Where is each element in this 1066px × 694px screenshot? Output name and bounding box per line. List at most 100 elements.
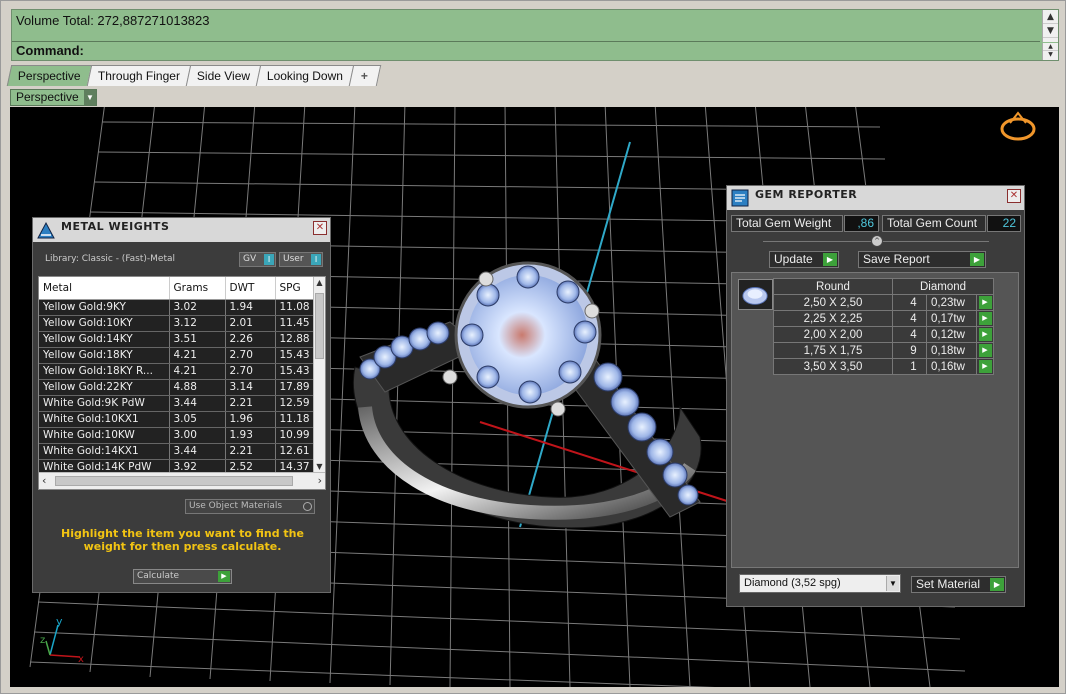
- add-tab-button[interactable]: +: [348, 65, 382, 86]
- select-row-button[interactable]: ▶: [976, 358, 994, 375]
- update-button[interactable]: Update ▶: [769, 251, 839, 268]
- gv-toggle[interactable]: GV I: [239, 252, 276, 267]
- dwt-cell: 2.70: [225, 363, 276, 380]
- table-row[interactable]: White Gold:10KW 3.00 1.93 10.99: [39, 427, 316, 444]
- 3d-viewport[interactable]: y x z METAL WEIGHTS ✕ Library: Classic -…: [10, 107, 1059, 687]
- play-icon[interactable]: ▶: [970, 253, 984, 266]
- view-tab-bar: Perspective Through Finger Side View Loo…: [6, 65, 382, 86]
- scroll-right-icon[interactable]: ›: [318, 474, 322, 487]
- table-row[interactable]: 2,00 X 2,00 4 0,12tw ▶: [773, 326, 994, 343]
- close-icon[interactable]: ✕: [313, 221, 327, 235]
- table-row[interactable]: Yellow Gold:18KY R... 4.21 2.70 15.43: [39, 363, 316, 380]
- tab-side-view[interactable]: Side View: [185, 65, 262, 86]
- col-header-spg[interactable]: SPG: [275, 277, 316, 300]
- user-toggle[interactable]: User I: [279, 252, 323, 267]
- save-report-button[interactable]: Save Report ▶: [858, 251, 986, 268]
- panel-title: GEM REPORTER: [755, 188, 858, 201]
- play-icon[interactable]: ▶: [978, 344, 992, 357]
- gem-size-cell: 2,00 X 2,00: [773, 326, 893, 343]
- table-row[interactable]: Yellow Gold:14KY 3.51 2.26 12.88: [39, 331, 316, 348]
- command-input-scrollbar[interactable]: ▲ ▼: [1042, 43, 1058, 60]
- grams-cell: 3.12: [169, 315, 226, 332]
- scroll-thumb[interactable]: [315, 293, 324, 359]
- vertical-scrollbar[interactable]: ▲ ▼: [313, 277, 325, 472]
- play-icon[interactable]: ▶: [978, 296, 992, 309]
- view-navigation-icon[interactable]: [1000, 111, 1036, 141]
- table-row[interactable]: 1,75 X 1,75 9 0,18tw ▶: [773, 342, 994, 359]
- table-row[interactable]: Yellow Gold:10KY 3.12 2.01 11.45: [39, 315, 316, 332]
- table-row[interactable]: 2,25 X 2,25 4 0,17tw ▶: [773, 310, 994, 327]
- view-mode-select[interactable]: Perspective ▼: [10, 89, 97, 106]
- scroll-up-icon[interactable]: ▲: [314, 278, 325, 287]
- play-icon[interactable]: ▶: [823, 253, 837, 266]
- chevron-down-icon[interactable]: ▼: [886, 576, 899, 591]
- horizontal-scrollbar[interactable]: ‹ ›: [39, 472, 325, 489]
- save-report-label: Save Report: [863, 252, 930, 266]
- scroll-down-icon[interactable]: ▼: [1043, 24, 1058, 38]
- play-icon[interactable]: ▶: [218, 571, 230, 582]
- table-row[interactable]: White Gold:14KX1 3.44 2.21 12.61: [39, 443, 316, 460]
- col-header-metal[interactable]: Metal: [39, 277, 170, 300]
- set-material-button[interactable]: Set Material ▶: [911, 576, 1006, 593]
- gem-list[interactable]: Round Diamond 2,50 X 2,50 4 0,23tw ▶ 2,25 X …: [731, 272, 1019, 568]
- material-select[interactable]: Diamond (3,52 spg) ▼: [739, 574, 901, 593]
- gem-count-cell: 4: [892, 326, 927, 343]
- scroll-thumb[interactable]: [55, 476, 293, 486]
- panel-header[interactable]: METAL WEIGHTS ✕: [33, 218, 330, 242]
- grams-cell: 4.21: [169, 363, 226, 380]
- select-row-button[interactable]: ▶: [976, 294, 994, 311]
- calculate-label: Calculate: [137, 571, 180, 581]
- command-prompt[interactable]: Command:: [12, 43, 1040, 60]
- play-icon[interactable]: ▶: [978, 328, 992, 341]
- spin-up-icon[interactable]: ▲: [1043, 43, 1058, 51]
- dwt-cell: 2.21: [225, 443, 276, 460]
- tab-looking-down[interactable]: Looking Down: [255, 65, 355, 86]
- spg-cell: 17.89: [275, 379, 316, 396]
- col-header-grams[interactable]: Grams: [169, 277, 226, 300]
- table-row[interactable]: 2,50 X 2,50 4 0,23tw ▶: [773, 294, 994, 311]
- gem-table[interactable]: Round Diamond 2,50 X 2,50 4 0,23tw ▶ 2,25 X …: [773, 278, 994, 375]
- table-row[interactable]: Yellow Gold:18KY 4.21 2.70 15.43: [39, 347, 316, 364]
- command-scrollbar[interactable]: ▲ ▼: [1042, 10, 1058, 42]
- gem-count-cell: 4: [892, 310, 927, 327]
- chevron-down-icon[interactable]: ▼: [84, 90, 96, 105]
- diamond-thumbnail-icon[interactable]: [738, 279, 773, 310]
- tab-through-finger[interactable]: Through Finger: [86, 65, 191, 86]
- table-row[interactable]: Yellow Gold:9KY 3.02 1.94 11.08: [39, 299, 316, 316]
- table-row[interactable]: 3,50 X 3,50 1 0,16tw ▶: [773, 358, 994, 375]
- table-row[interactable]: White Gold:10KX1 3.05 1.96 11.18: [39, 411, 316, 428]
- dwt-cell: 2.21: [225, 395, 276, 412]
- grams-cell: 3.00: [169, 427, 226, 444]
- spin-down-icon[interactable]: ▼: [1043, 51, 1058, 59]
- metal-name-cell: White Gold:10KX1: [39, 411, 170, 428]
- col-header-dwt[interactable]: DWT: [225, 277, 276, 300]
- select-row-button[interactable]: ▶: [976, 342, 994, 359]
- calculate-button[interactable]: Calculate ▶: [133, 569, 232, 584]
- play-icon[interactable]: ▶: [978, 360, 992, 373]
- scroll-up-icon[interactable]: ▲: [1043, 10, 1058, 24]
- scroll-down-icon[interactable]: ▼: [314, 462, 325, 471]
- spg-cell: 12.59: [275, 395, 316, 412]
- select-row-button[interactable]: ▶: [976, 326, 994, 343]
- use-object-materials-option[interactable]: Use Object Materials: [185, 499, 315, 514]
- metal-table[interactable]: Metal Grams DWT SPG Yellow Gold:9KY 3.02 1…: [38, 276, 326, 490]
- scroll-left-icon[interactable]: ‹: [42, 474, 46, 487]
- close-icon[interactable]: ✕: [1007, 189, 1021, 203]
- select-row-button[interactable]: ▶: [976, 310, 994, 327]
- panel-header[interactable]: GEM REPORTER ✕: [727, 186, 1024, 210]
- collapse-knob-icon[interactable]: ^: [871, 235, 883, 247]
- play-icon[interactable]: ▶: [990, 578, 1004, 591]
- play-icon[interactable]: ▶: [978, 312, 992, 325]
- metal-weights-icon: [37, 221, 55, 239]
- table-row[interactable]: White Gold:9K PdW 3.44 2.21 12.59: [39, 395, 316, 412]
- gem-size-cell: 3,50 X 3,50: [773, 358, 893, 375]
- gem-count-cell: 4: [892, 294, 927, 311]
- tab-perspective[interactable]: Perspective: [6, 65, 92, 86]
- grams-cell: 4.21: [169, 347, 226, 364]
- metal-name-cell: Yellow Gold:14KY: [39, 331, 170, 348]
- radio-icon[interactable]: [303, 502, 312, 511]
- metal-weights-panel: METAL WEIGHTS ✕ Library: Classic - (Fast…: [32, 217, 331, 593]
- gem-size-cell: 2,25 X 2,25: [773, 310, 893, 327]
- axis-y-label: y: [56, 615, 63, 628]
- table-row[interactable]: Yellow Gold:22KY 4.88 3.14 17.89: [39, 379, 316, 396]
